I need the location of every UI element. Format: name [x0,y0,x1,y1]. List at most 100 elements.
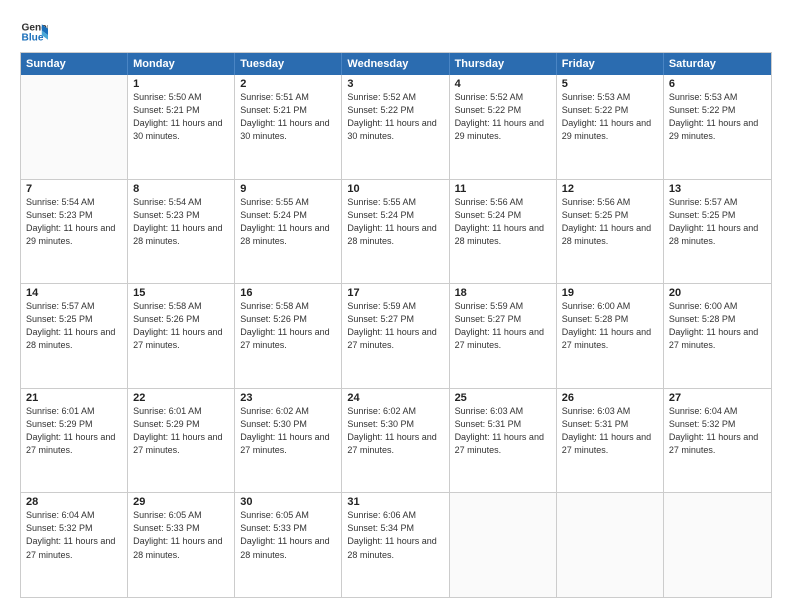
header-day-thursday: Thursday [450,53,557,75]
day-number: 2 [240,78,336,90]
calendar-day-15: 15Sunrise: 5:58 AMSunset: 5:26 PMDayligh… [128,284,235,388]
calendar-week-3: 14Sunrise: 5:57 AMSunset: 5:25 PMDayligh… [21,283,771,388]
daylight-text: Daylight: 11 hours and 28 minutes. [133,222,229,248]
sunrise-text: Sunrise: 5:56 AM [562,196,658,209]
day-number: 23 [240,392,336,404]
day-number: 16 [240,287,336,299]
day-number: 6 [669,78,766,90]
sunset-text: Sunset: 5:28 PM [562,313,658,326]
page: General Blue SundayMondayTuesdayWednesda… [0,0,792,612]
sunset-text: Sunset: 5:32 PM [669,418,766,431]
day-number: 8 [133,183,229,195]
sunrise-text: Sunrise: 5:56 AM [455,196,551,209]
sunrise-text: Sunrise: 6:03 AM [455,405,551,418]
daylight-text: Daylight: 11 hours and 27 minutes. [455,431,551,457]
daylight-text: Daylight: 11 hours and 29 minutes. [26,222,122,248]
sunrise-text: Sunrise: 6:02 AM [347,405,443,418]
calendar-day-25: 25Sunrise: 6:03 AMSunset: 5:31 PMDayligh… [450,389,557,493]
logo-icon: General Blue [20,18,48,46]
calendar-day-22: 22Sunrise: 6:01 AMSunset: 5:29 PMDayligh… [128,389,235,493]
sunset-text: Sunset: 5:25 PM [669,209,766,222]
calendar-day-3: 3Sunrise: 5:52 AMSunset: 5:22 PMDaylight… [342,75,449,179]
header: General Blue [20,18,772,46]
sunset-text: Sunset: 5:27 PM [347,313,443,326]
day-number: 24 [347,392,443,404]
sunrise-text: Sunrise: 6:03 AM [562,405,658,418]
calendar-day-19: 19Sunrise: 6:00 AMSunset: 5:28 PMDayligh… [557,284,664,388]
day-number: 17 [347,287,443,299]
sunrise-text: Sunrise: 6:02 AM [240,405,336,418]
calendar-empty-cell [664,493,771,597]
daylight-text: Daylight: 11 hours and 29 minutes. [669,117,766,143]
day-number: 28 [26,496,122,508]
calendar-day-8: 8Sunrise: 5:54 AMSunset: 5:23 PMDaylight… [128,180,235,284]
sunset-text: Sunset: 5:28 PM [669,313,766,326]
calendar-day-5: 5Sunrise: 5:53 AMSunset: 5:22 PMDaylight… [557,75,664,179]
sunset-text: Sunset: 5:26 PM [240,313,336,326]
logo: General Blue [20,18,50,46]
day-number: 29 [133,496,229,508]
sunset-text: Sunset: 5:24 PM [240,209,336,222]
daylight-text: Daylight: 11 hours and 27 minutes. [347,326,443,352]
daylight-text: Daylight: 11 hours and 28 minutes. [669,222,766,248]
sunrise-text: Sunrise: 6:01 AM [133,405,229,418]
daylight-text: Daylight: 11 hours and 27 minutes. [347,431,443,457]
sunset-text: Sunset: 5:30 PM [240,418,336,431]
header-day-tuesday: Tuesday [235,53,342,75]
daylight-text: Daylight: 11 hours and 28 minutes. [133,535,229,561]
sunset-text: Sunset: 5:27 PM [455,313,551,326]
sunset-text: Sunset: 5:21 PM [240,104,336,117]
calendar-day-2: 2Sunrise: 5:51 AMSunset: 5:21 PMDaylight… [235,75,342,179]
daylight-text: Daylight: 11 hours and 27 minutes. [26,535,122,561]
day-number: 20 [669,287,766,299]
daylight-text: Daylight: 11 hours and 28 minutes. [562,222,658,248]
sunrise-text: Sunrise: 5:52 AM [455,91,551,104]
day-number: 19 [562,287,658,299]
calendar-day-31: 31Sunrise: 6:06 AMSunset: 5:34 PMDayligh… [342,493,449,597]
sunrise-text: Sunrise: 5:50 AM [133,91,229,104]
day-number: 12 [562,183,658,195]
sunrise-text: Sunrise: 5:53 AM [669,91,766,104]
daylight-text: Daylight: 11 hours and 28 minutes. [240,535,336,561]
calendar-week-1: 1Sunrise: 5:50 AMSunset: 5:21 PMDaylight… [21,75,771,179]
day-number: 7 [26,183,122,195]
sunset-text: Sunset: 5:25 PM [562,209,658,222]
day-number: 22 [133,392,229,404]
sunrise-text: Sunrise: 6:01 AM [26,405,122,418]
calendar-week-4: 21Sunrise: 6:01 AMSunset: 5:29 PMDayligh… [21,388,771,493]
sunrise-text: Sunrise: 5:58 AM [240,300,336,313]
daylight-text: Daylight: 11 hours and 28 minutes. [455,222,551,248]
day-number: 4 [455,78,551,90]
sunrise-text: Sunrise: 5:54 AM [26,196,122,209]
sunrise-text: Sunrise: 5:57 AM [26,300,122,313]
day-number: 1 [133,78,229,90]
sunrise-text: Sunrise: 5:54 AM [133,196,229,209]
sunset-text: Sunset: 5:22 PM [562,104,658,117]
calendar-day-23: 23Sunrise: 6:02 AMSunset: 5:30 PMDayligh… [235,389,342,493]
calendar-empty-cell [557,493,664,597]
sunrise-text: Sunrise: 6:05 AM [133,509,229,522]
sunset-text: Sunset: 5:23 PM [133,209,229,222]
sunrise-text: Sunrise: 5:58 AM [133,300,229,313]
calendar-day-9: 9Sunrise: 5:55 AMSunset: 5:24 PMDaylight… [235,180,342,284]
sunrise-text: Sunrise: 6:00 AM [562,300,658,313]
sunrise-text: Sunrise: 6:00 AM [669,300,766,313]
calendar-week-2: 7Sunrise: 5:54 AMSunset: 5:23 PMDaylight… [21,179,771,284]
daylight-text: Daylight: 11 hours and 28 minutes. [26,326,122,352]
sunrise-text: Sunrise: 6:06 AM [347,509,443,522]
day-number: 3 [347,78,443,90]
header-day-friday: Friday [557,53,664,75]
svg-text:Blue: Blue [22,33,44,44]
daylight-text: Daylight: 11 hours and 30 minutes. [240,117,336,143]
sunset-text: Sunset: 5:32 PM [26,522,122,535]
header-day-sunday: Sunday [21,53,128,75]
daylight-text: Daylight: 11 hours and 27 minutes. [562,431,658,457]
calendar-day-14: 14Sunrise: 5:57 AMSunset: 5:25 PMDayligh… [21,284,128,388]
calendar-day-24: 24Sunrise: 6:02 AMSunset: 5:30 PMDayligh… [342,389,449,493]
daylight-text: Daylight: 11 hours and 28 minutes. [347,222,443,248]
daylight-text: Daylight: 11 hours and 27 minutes. [669,326,766,352]
day-number: 25 [455,392,551,404]
daylight-text: Daylight: 11 hours and 27 minutes. [133,326,229,352]
sunrise-text: Sunrise: 5:59 AM [455,300,551,313]
sunrise-text: Sunrise: 5:59 AM [347,300,443,313]
